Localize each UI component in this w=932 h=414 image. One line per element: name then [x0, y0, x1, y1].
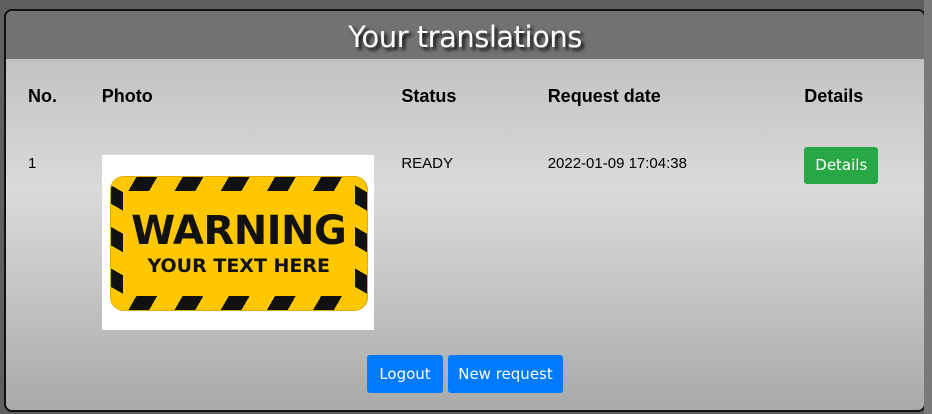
details-button[interactable]: Details — [804, 147, 879, 184]
window-scrollbar[interactable] — [924, 0, 932, 414]
request-date-cell: 2022-01-09 17:04:38 — [547, 155, 687, 172]
row-number: 1 — [28, 155, 37, 172]
column-header-details: Details — [804, 85, 864, 106]
column-header-no: No. — [28, 85, 57, 106]
status-cell: READY — [401, 155, 454, 172]
photo-thumbnail: WARNING YOUR TEXT HERE — [101, 155, 374, 330]
sign-title: WARNING — [131, 207, 347, 254]
column-header-photo: Photo — [101, 85, 153, 106]
photo-cell: WARNING YOUR TEXT HERE — [101, 133, 402, 330]
table-row: 1 WARNING YOUR TEXT HERE READY 2022-01-0… — [6, 133, 924, 330]
panel-header: Your translations — [6, 11, 924, 59]
translations-table: No. Photo Status Request date Details 1 — [6, 59, 924, 330]
page-title: Your translations — [348, 20, 582, 54]
footer-actions: Logout New request — [6, 355, 924, 393]
logout-button[interactable]: Logout — [367, 355, 443, 393]
new-request-button[interactable]: New request — [448, 355, 563, 393]
column-header-status: Status — [401, 85, 457, 106]
details-cell: Details — [804, 133, 924, 330]
column-header-request-date: Request date — [547, 85, 661, 106]
translations-panel: Your translations No. Photo Status Reque… — [4, 9, 926, 412]
sign-subtitle: YOUR TEXT HERE — [147, 254, 331, 277]
table-header-row: No. Photo Status Request date Details — [6, 59, 924, 133]
warning-sign-image: WARNING YOUR TEXT HERE — [109, 176, 368, 311]
